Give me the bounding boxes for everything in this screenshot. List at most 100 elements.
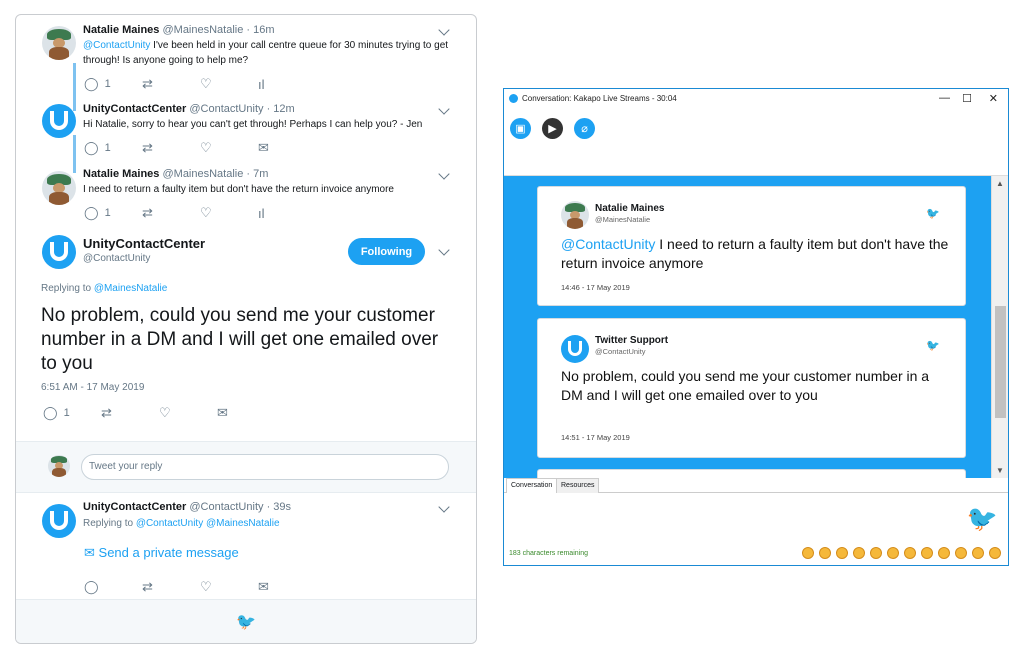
retweet-button[interactable]: ⇄ <box>101 405 159 421</box>
like-button[interactable]: ♡ <box>200 76 258 92</box>
unity-avatar[interactable] <box>42 504 76 538</box>
unity-avatar[interactable] <box>42 235 76 269</box>
dm-button[interactable]: ✉ <box>258 579 316 595</box>
analytics-button[interactable]: ıl <box>258 76 316 92</box>
natalie-avatar[interactable] <box>42 26 76 60</box>
emoji-icon[interactable] <box>887 547 899 559</box>
retweet-icon: ⇄ <box>101 405 112 420</box>
retweet-button[interactable]: ⇄ <box>142 76 200 92</box>
reply-bar: Tweet your reply <box>16 441 476 493</box>
mention-link[interactable]: @ContactUnity <box>83 40 150 51</box>
tab-resources[interactable]: Resources <box>556 478 600 493</box>
tweet-time[interactable]: 16m <box>253 24 274 36</box>
scrollbar-thumb[interactable] <box>995 306 1006 418</box>
replying-to-link[interactable]: @MainesNatalie <box>94 283 168 294</box>
tweet-time[interactable]: 12m <box>273 103 294 115</box>
twitter-bird-icon: 🐦 <box>236 613 256 631</box>
like-button[interactable]: ♡ <box>200 579 258 595</box>
minimize-icon[interactable]: — <box>939 92 950 104</box>
unity-avatar <box>561 335 589 363</box>
author-name[interactable]: UnityContactCenter <box>83 501 186 513</box>
envelope-icon: ✉ <box>84 545 95 560</box>
analytics-button[interactable]: ıl <box>258 205 316 221</box>
retweet-button[interactable]: ⇄ <box>142 205 200 221</box>
compose-area[interactable]: 🐦 183 characters remaining <box>504 493 1008 566</box>
message-card: Twitter Support @ContactUnity 🐦 No probl… <box>537 318 966 458</box>
thread-line <box>73 135 76 173</box>
reply-icon: ◯ <box>84 205 99 220</box>
card-author-name: Twitter Support <box>595 335 669 346</box>
folder-image-icon[interactable]: ▣ <box>510 118 531 139</box>
emoji-icon[interactable] <box>938 547 950 559</box>
emoji-icon[interactable] <box>836 547 848 559</box>
emoji-icon[interactable] <box>853 547 865 559</box>
chevron-down-icon[interactable] <box>438 168 450 180</box>
emoji-icon[interactable] <box>870 547 882 559</box>
unity-avatar[interactable] <box>42 104 76 138</box>
chevron-down-icon[interactable] <box>438 244 450 256</box>
emoji-icon[interactable] <box>955 547 967 559</box>
like-button[interactable]: ♡ <box>200 140 258 156</box>
main-tweet-timestamp[interactable]: 6:51 AM - 17 May 2019 <box>41 382 144 393</box>
reply-button[interactable]: ◯ 1 <box>84 76 142 92</box>
chevron-down-icon[interactable] <box>438 24 450 36</box>
emoji-icon[interactable] <box>819 547 831 559</box>
author-name[interactable]: UnityContactCenter <box>83 103 186 115</box>
tweet-time[interactable]: 39s <box>273 501 291 513</box>
author-name[interactable]: Natalie Maines <box>83 24 159 36</box>
natalie-avatar[interactable] <box>42 171 76 205</box>
retweet-button[interactable]: ⇄ <box>142 579 200 595</box>
emoji-icon[interactable] <box>972 547 984 559</box>
scroll-up-icon[interactable]: ▲ <box>996 179 1004 188</box>
tab-conversation[interactable]: Conversation <box>506 478 558 493</box>
tweet-text: I need to return a faulty item but don't… <box>83 184 394 195</box>
dm-button[interactable]: ✉ <box>258 140 316 156</box>
chevron-down-icon[interactable] <box>438 501 450 513</box>
tweet-actions: ◯ 1 ⇄ ♡ ıl <box>84 76 316 92</box>
card-author-name: Natalie Maines <box>595 203 665 214</box>
card-time: 14:51 - 17 May 2019 <box>561 433 630 442</box>
vertical-scrollbar[interactable]: ▲ ▼ <box>991 176 1008 478</box>
author-handle[interactable]: @ContactUnity <box>189 103 263 115</box>
emoji-icon[interactable] <box>904 547 916 559</box>
retweet-icon: ⇄ <box>142 76 153 91</box>
like-button[interactable]: ♡ <box>200 205 258 221</box>
author-name[interactable]: Natalie Maines <box>83 168 159 180</box>
reply-button[interactable]: ◯ 1 <box>43 405 101 421</box>
card-author-handle: @MainesNatalie <box>595 215 651 224</box>
tweet-actions: ◯ 1 ⇄ ♡ ✉ <box>84 140 316 156</box>
replying-to-link[interactable]: @ContactUnity @MainesNatalie <box>136 518 280 529</box>
author-handle[interactable]: @MainesNatalie <box>162 24 243 36</box>
emoji-icon[interactable] <box>921 547 933 559</box>
reply-button[interactable]: ◯ 1 <box>84 140 142 156</box>
attachment-icon[interactable]: ⌀ <box>574 118 595 139</box>
maximize-icon[interactable]: ☐ <box>962 92 972 105</box>
author-handle[interactable]: @ContactUnity <box>189 501 263 513</box>
close-icon[interactable]: ✕ <box>989 92 998 105</box>
main-author-name: UnityContactCenter <box>83 236 206 251</box>
main-author-handle[interactable]: @ContactUnity <box>83 253 150 264</box>
scroll-down-icon[interactable]: ▼ <box>996 466 1004 475</box>
like-button[interactable]: ♡ <box>159 405 217 421</box>
dm-button[interactable]: ✉ <box>217 405 275 421</box>
emoji-icon[interactable] <box>989 547 1001 559</box>
tweet-time[interactable]: 7m <box>253 168 268 180</box>
reply-button[interactable]: ◯ <box>84 579 142 595</box>
tweet-header: UnityContactCenter @ContactUnity · 39s <box>83 501 292 513</box>
heart-icon: ♡ <box>200 205 212 220</box>
envelope-icon: ✉ <box>217 405 228 420</box>
reply-button[interactable]: ◯ 1 <box>84 205 142 221</box>
twitter-bird-icon: 🐦 <box>926 208 940 220</box>
reply-icon: ◯ <box>43 405 58 420</box>
following-button[interactable]: Following <box>348 238 425 265</box>
send-private-message-link[interactable]: ✉ Send a private message <box>84 545 239 561</box>
mention-link[interactable]: @ContactUnity <box>561 236 655 252</box>
send-tweet-icon[interactable]: 🐦 <box>967 505 998 534</box>
video-icon[interactable]: ▶ <box>542 118 563 139</box>
retweet-button[interactable]: ⇄ <box>142 140 200 156</box>
chevron-down-icon[interactable] <box>438 103 450 115</box>
user-avatar <box>48 455 70 477</box>
tweet-reply-input[interactable]: Tweet your reply <box>81 454 449 480</box>
author-handle[interactable]: @MainesNatalie <box>162 168 243 180</box>
emoji-icon[interactable] <box>802 547 814 559</box>
